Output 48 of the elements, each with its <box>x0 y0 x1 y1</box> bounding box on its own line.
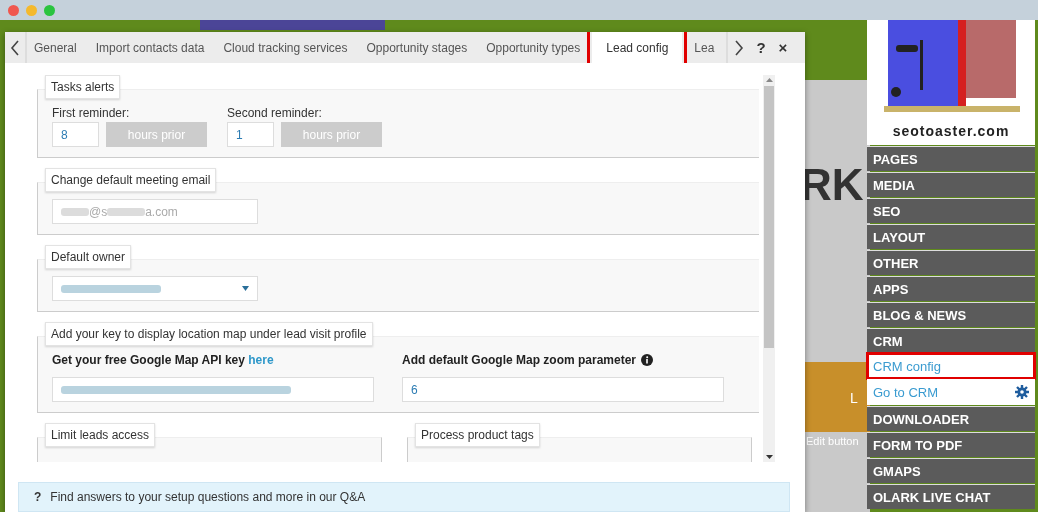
menu-item[interactable]: LAYOUT <box>867 224 1035 249</box>
chevron-left-icon <box>10 39 20 56</box>
menu-item[interactable]: OTHER <box>867 250 1035 275</box>
menu-item[interactable]: MEDIA <box>867 172 1035 197</box>
menu-item[interactable]: OLARK LIVE CHAT <box>867 484 1035 509</box>
section-legend: Process product tags <box>415 423 540 447</box>
menu-item[interactable]: BLOG & NEWS <box>867 302 1035 327</box>
logo-panel[interactable]: seotoaster.com <box>867 20 1035 145</box>
field-label: Second reminder: <box>227 106 323 120</box>
dropdown-caret-icon <box>242 286 249 291</box>
scroll-thumb[interactable] <box>764 86 774 348</box>
api-key-field[interactable] <box>52 377 374 402</box>
menu-item[interactable]: DOWNLOADER <box>867 406 1035 431</box>
section-legend: Change default meeting email <box>45 168 217 192</box>
minimize-window-icon[interactable] <box>26 4 37 16</box>
input-field[interactable]: 8 <box>52 122 99 147</box>
scrollbar[interactable] <box>763 75 775 462</box>
input-field[interactable]: 1 <box>227 122 274 147</box>
help-button[interactable]: ? <box>750 32 772 63</box>
zoom-window-icon[interactable] <box>44 4 55 16</box>
menu-item[interactable]: SEO <box>867 198 1035 223</box>
banner-text: L <box>850 390 858 406</box>
zoom-field[interactable]: 6 <box>402 377 724 402</box>
section-legend: Default owner <box>45 245 132 269</box>
close-button[interactable]: × <box>772 32 794 63</box>
field-label: Get your free Google Map API key here <box>52 353 275 367</box>
menu-item[interactable]: PAGES <box>867 146 1035 171</box>
menu-item[interactable]: FORM TO PDF <box>867 432 1035 457</box>
scroll-up-icon[interactable] <box>765 78 773 82</box>
gear-icon[interactable] <box>1015 385 1029 399</box>
field-label: First reminder: <box>52 106 131 120</box>
redacted-text <box>107 207 146 216</box>
menu-item[interactable]: APPS <box>867 276 1035 301</box>
info-icon[interactable] <box>641 354 654 366</box>
section-legend: Limit leads access <box>45 423 156 447</box>
redacted-text <box>61 207 89 216</box>
field-label: Add default Google Map zoom parameter <box>402 353 637 367</box>
help-text[interactable]: Find answers to your setup questions and more in our Q&A <box>50 490 366 504</box>
close-window-icon[interactable] <box>8 4 19 16</box>
question-mark-icon: ? <box>34 490 42 504</box>
menu-item[interactable]: CRM <box>867 328 1035 353</box>
chevron-right-icon <box>734 39 744 56</box>
owner-dropdown[interactable] <box>52 276 258 301</box>
section-legend: Add your key to display location map under lead visit profile <box>45 322 373 346</box>
menu-item[interactable]: GMAPS <box>867 458 1035 483</box>
logo-text: seotoaster.com <box>892 123 1010 139</box>
section-legend: Tasks alerts <box>45 75 121 99</box>
scroll-down-icon[interactable] <box>765 455 773 459</box>
